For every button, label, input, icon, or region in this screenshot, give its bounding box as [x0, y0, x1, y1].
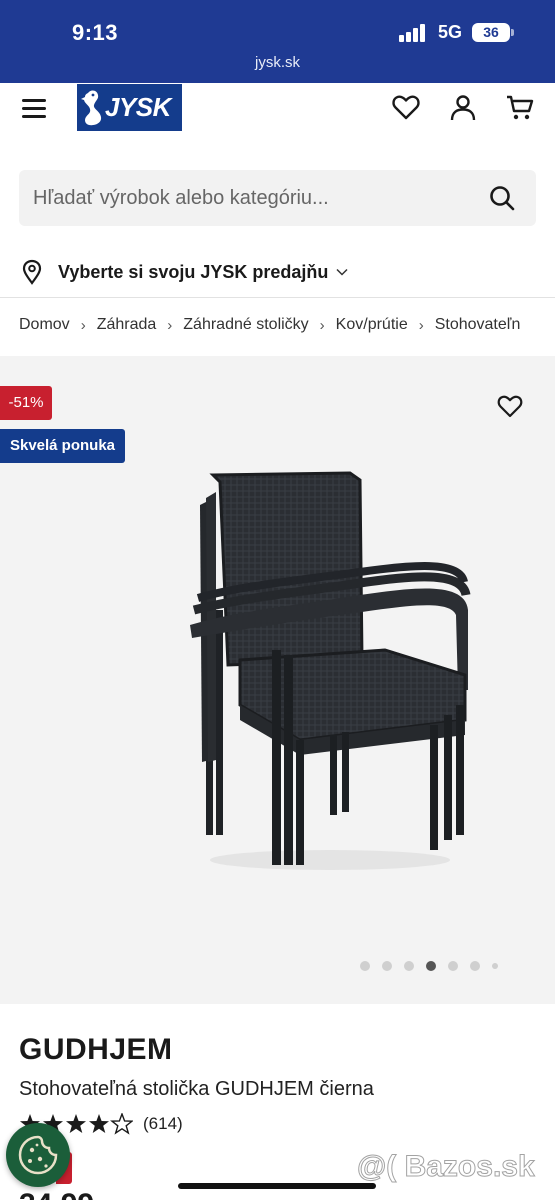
- watermark: @( Bazos.sk: [357, 1150, 536, 1184]
- offer-badge: Skvelá ponuka: [0, 429, 125, 463]
- store-selector[interactable]: Vyberte si svoju JYSK predajňu: [22, 258, 348, 286]
- product-image-chair: [190, 471, 471, 870]
- search-icon[interactable]: [488, 184, 516, 212]
- breadcrumb: Domov › Záhrada › Záhradné stoličky › Ko…: [19, 316, 520, 334]
- jysk-logo[interactable]: JYSK: [77, 84, 182, 131]
- user-icon[interactable]: [448, 92, 478, 122]
- status-time: 9:13: [72, 20, 119, 45]
- chevron-down-icon: [336, 268, 348, 276]
- signal-icon: [399, 24, 429, 42]
- review-count: (614): [143, 1114, 183, 1133]
- store-selector-label: Vyberte si svoju JYSK predajňu: [58, 261, 329, 282]
- menu-icon[interactable]: [22, 97, 48, 119]
- pagination-dot[interactable]: [382, 961, 392, 971]
- logo-text: JYSK: [105, 92, 171, 122]
- url-bar[interactable]: jysk.sk: [0, 54, 555, 71]
- pagination-dot[interactable]: [470, 961, 480, 971]
- heart-icon[interactable]: [391, 92, 421, 122]
- chevron-right-icon: ›: [80, 316, 86, 334]
- discount-badge: -51%: [0, 386, 52, 420]
- chevron-right-icon: ›: [418, 316, 424, 334]
- cart-icon[interactable]: [505, 92, 535, 122]
- pagination-dot[interactable]: [448, 961, 458, 971]
- gallery-pagination: [360, 960, 510, 972]
- product-price: 34,99: [19, 1190, 94, 1200]
- pagination-dot[interactable]: [492, 963, 498, 969]
- cookie-settings-button[interactable]: [6, 1123, 70, 1187]
- search-bar: [19, 170, 536, 226]
- divider: [0, 297, 555, 298]
- favorite-heart-icon[interactable]: [496, 393, 524, 419]
- home-indicator[interactable]: [178, 1183, 376, 1189]
- pagination-dot[interactable]: [360, 961, 370, 971]
- cookie-icon: [18, 1135, 58, 1175]
- location-pin-icon: [22, 259, 42, 285]
- battery-icon: 36: [472, 23, 514, 42]
- goose-icon: [81, 90, 102, 126]
- pagination-dot-active[interactable]: [426, 961, 436, 971]
- status-bar: 9:13 5G 36 jysk.sk: [0, 0, 555, 83]
- product-name: Stohovateľná stolička GUDHJEM čierna: [19, 1078, 374, 1100]
- breadcrumb-item-metal-wicker[interactable]: Kov/prútie: [336, 316, 408, 334]
- chevron-right-icon: ›: [319, 316, 325, 334]
- breadcrumb-item-garden-chairs[interactable]: Záhradné stoličky: [183, 316, 308, 334]
- chevron-right-icon: ›: [167, 316, 173, 334]
- breadcrumb-item-garden[interactable]: Záhrada: [97, 316, 157, 334]
- product-brand: GUDHJEM: [19, 1033, 173, 1066]
- network-type: 5G: [438, 22, 463, 42]
- breadcrumb-item-home[interactable]: Domov: [19, 316, 70, 334]
- breadcrumb-item-stackable[interactable]: Stohovateľn: [435, 316, 521, 334]
- pagination-dot[interactable]: [404, 961, 414, 971]
- search-input[interactable]: [19, 170, 479, 226]
